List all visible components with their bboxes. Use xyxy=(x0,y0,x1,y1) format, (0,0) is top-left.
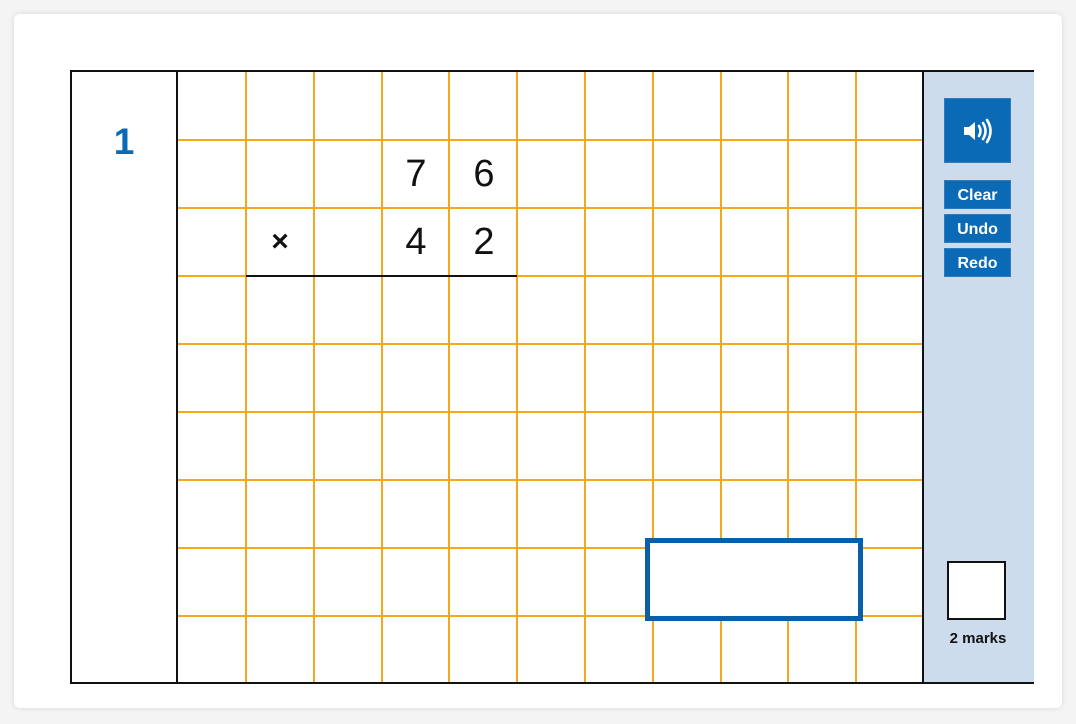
grid-line-horizontal xyxy=(178,139,922,141)
answer-input-box[interactable] xyxy=(645,538,863,621)
grid-line-horizontal xyxy=(178,411,922,413)
grid-line-horizontal xyxy=(178,479,922,481)
answer-line xyxy=(246,275,517,277)
grid-line-horizontal xyxy=(178,343,922,345)
clear-button[interactable]: Clear xyxy=(944,180,1011,209)
question-number-column: 1 xyxy=(72,72,178,682)
grid-line-vertical xyxy=(312,72,315,682)
question-card: 1 × 7 6 4 2 Clear Undo Redo 2 marks xyxy=(14,14,1062,708)
redo-button[interactable]: Redo xyxy=(944,248,1011,277)
tools-panel: Clear Undo Redo 2 marks xyxy=(922,72,1034,682)
audio-button[interactable] xyxy=(944,98,1011,163)
speaker-icon xyxy=(963,118,992,143)
digit-top-ones: 6 xyxy=(473,153,495,195)
question-number: 1 xyxy=(113,121,135,162)
digit-top-tens: 7 xyxy=(405,153,427,195)
working-grid[interactable]: × 7 6 4 2 xyxy=(178,72,922,682)
marks-label: 2 marks xyxy=(949,630,1007,647)
marks-box xyxy=(947,561,1006,620)
grid-line-vertical xyxy=(245,72,247,682)
multiply-operator: × xyxy=(271,225,289,258)
undo-button[interactable]: Undo xyxy=(944,214,1011,243)
grid-line-vertical xyxy=(584,72,586,682)
digit-bottom-tens: 4 xyxy=(405,221,427,263)
digit-bottom-ones: 2 xyxy=(473,221,495,263)
question-frame: 1 × 7 6 4 2 Clear Undo Redo 2 marks xyxy=(70,70,1034,684)
